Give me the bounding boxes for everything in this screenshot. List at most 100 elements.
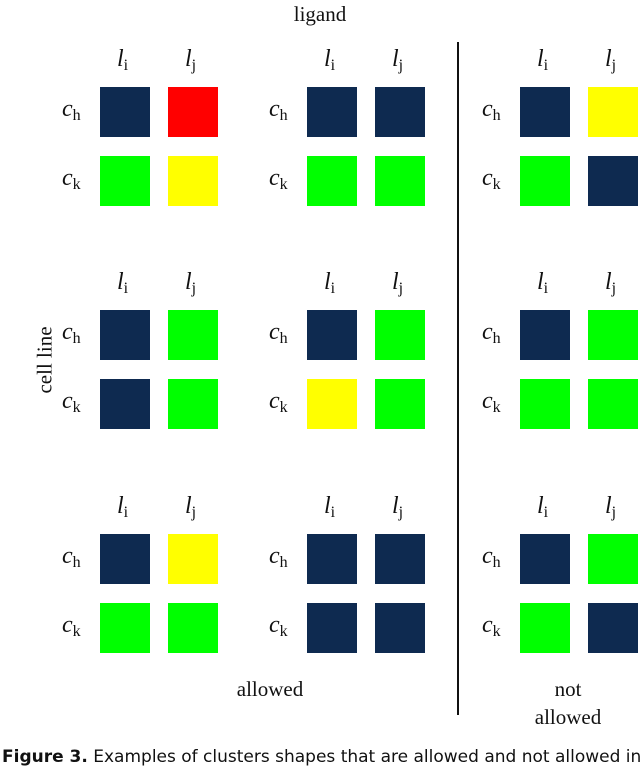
column-label-subscript: i — [123, 504, 129, 521]
row-label-subscript: k — [72, 623, 81, 640]
cell-square-green — [588, 379, 638, 429]
row-label-c-h: ch — [482, 544, 501, 571]
column-label-l-i: li — [537, 47, 548, 74]
row-label-subscript: k — [492, 176, 501, 193]
row-label-c-k: ck — [62, 166, 81, 193]
row-label-base: c — [482, 96, 493, 122]
row-label-subscript: h — [492, 554, 501, 571]
column-label-l-j: lj — [392, 270, 403, 297]
row-label-base: c — [62, 612, 73, 638]
row-label-base: c — [269, 388, 280, 414]
column-label-subscript: j — [611, 57, 617, 74]
cell-square-yellow — [168, 534, 218, 584]
cell-square-navy — [588, 603, 638, 653]
cell-square-navy — [588, 156, 638, 206]
column-label-l-j: lj — [392, 494, 403, 521]
column-label-base: l — [605, 493, 612, 519]
row-label-c-h: ch — [482, 97, 501, 124]
row-label-base: c — [62, 96, 73, 122]
cell-square-navy — [520, 534, 570, 584]
row-label-c-h: ch — [269, 97, 288, 124]
cell-square-green — [100, 156, 150, 206]
row-label-base: c — [269, 96, 280, 122]
column-label-subscript: j — [398, 57, 404, 74]
row-label-base: c — [482, 165, 493, 191]
cell-square-navy — [375, 603, 425, 653]
row-label-c-h: ch — [269, 320, 288, 347]
column-label-subscript: j — [191, 280, 197, 297]
column-label-subscript: j — [191, 504, 197, 521]
row-label-c-k: ck — [482, 613, 501, 640]
column-label-subscript: i — [330, 57, 336, 74]
cell-square-yellow — [168, 156, 218, 206]
column-label-l-i: li — [324, 270, 335, 297]
row-label-base: c — [482, 612, 493, 638]
cell-square-navy — [520, 87, 570, 137]
not-allowed-label-line2: allowed — [534, 705, 602, 729]
row-label-subscript: h — [72, 554, 81, 571]
cell-square-green — [100, 603, 150, 653]
column-label-subscript: i — [330, 280, 336, 297]
column-label-l-j: lj — [185, 47, 196, 74]
column-label-base: l — [605, 269, 612, 295]
column-label-subscript: i — [123, 57, 129, 74]
cell-square-navy — [307, 603, 357, 653]
column-label-base: l — [185, 269, 192, 295]
cell-square-green — [375, 379, 425, 429]
row-label-base: c — [62, 165, 73, 191]
column-label-l-j: lj — [605, 494, 616, 521]
row-label-c-k: ck — [62, 389, 81, 416]
row-label-base: c — [269, 319, 280, 345]
column-label-base: l — [185, 46, 192, 72]
column-label-l-j: lj — [392, 47, 403, 74]
row-label-c-k: ck — [269, 389, 288, 416]
column-label-l-j: lj — [605, 47, 616, 74]
cell-square-green — [168, 310, 218, 360]
column-label-base: l — [392, 46, 399, 72]
cell-square-navy — [100, 310, 150, 360]
caption-text: Examples of clusters shapes that are all… — [93, 747, 640, 767]
cell-square-green — [520, 156, 570, 206]
cell-square-green — [168, 603, 218, 653]
column-label-subscript: i — [543, 280, 549, 297]
row-label-c-h: ch — [62, 320, 81, 347]
row-label-base: c — [62, 543, 73, 569]
column-label-l-j: lj — [185, 494, 196, 521]
column-label-base: l — [324, 269, 331, 295]
cell-square-navy — [520, 310, 570, 360]
cell-square-green — [520, 379, 570, 429]
column-label-subscript: i — [543, 57, 549, 74]
row-label-c-h: ch — [482, 320, 501, 347]
column-label-base: l — [537, 493, 544, 519]
column-label-subscript: i — [123, 280, 129, 297]
cell-square-red — [168, 87, 218, 137]
column-label-l-i: li — [117, 270, 128, 297]
row-label-c-k: ck — [269, 166, 288, 193]
column-label-l-i: li — [117, 494, 128, 521]
row-label-subscript: h — [279, 330, 288, 347]
row-label-subscript: k — [279, 623, 288, 640]
row-label-base: c — [269, 612, 280, 638]
column-label-base: l — [324, 493, 331, 519]
column-label-l-j: lj — [605, 270, 616, 297]
cell-square-navy — [307, 534, 357, 584]
column-label-base: l — [392, 493, 399, 519]
row-label-subscript: k — [492, 623, 501, 640]
row-label-subscript: k — [279, 176, 288, 193]
row-label-base: c — [62, 319, 73, 345]
row-label-subscript: k — [492, 399, 501, 416]
figure-caption: Figure 3. Examples of clusters shapes th… — [0, 747, 640, 767]
row-label-c-k: ck — [482, 389, 501, 416]
column-label-base: l — [605, 46, 612, 72]
column-label-subscript: j — [398, 504, 404, 521]
cell-square-navy — [375, 87, 425, 137]
cell-square-yellow — [307, 379, 357, 429]
column-label-l-i: li — [537, 270, 548, 297]
cell-square-green — [168, 379, 218, 429]
row-label-base: c — [62, 388, 73, 414]
row-label-base: c — [482, 388, 493, 414]
column-label-subscript: i — [330, 504, 336, 521]
column-label-base: l — [392, 269, 399, 295]
cell-square-green — [520, 603, 570, 653]
row-label-c-k: ck — [62, 613, 81, 640]
